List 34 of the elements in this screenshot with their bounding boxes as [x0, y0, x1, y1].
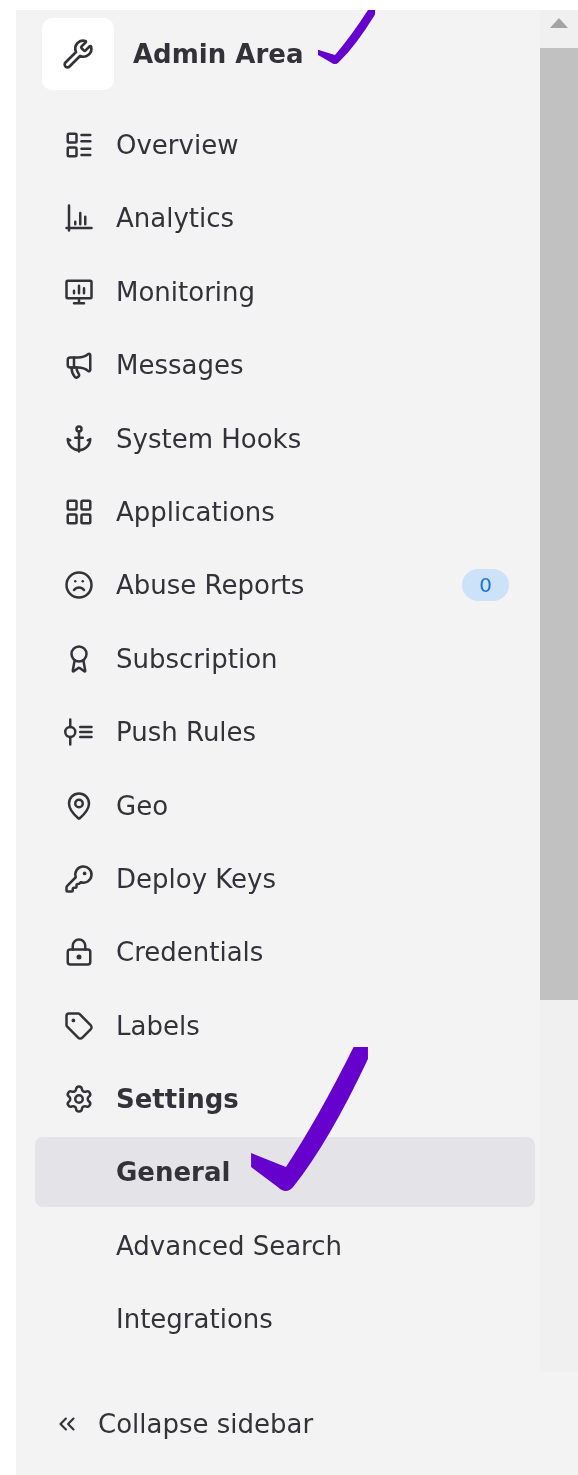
nav-item[interactable]: Abuse Reports 0: [35, 550, 535, 621]
nav-item[interactable]: Messages: [35, 330, 535, 401]
admin-tile[interactable]: [42, 18, 114, 90]
scroll-up-arrow-icon[interactable]: [550, 18, 568, 28]
nav-item[interactable]: Applications: [35, 476, 535, 547]
nav-item[interactable]: Deploy Keys: [35, 843, 535, 914]
anchor-icon: [64, 423, 94, 454]
nav-item[interactable]: Monitoring: [35, 256, 535, 327]
nav-item[interactable]: Subscription: [35, 623, 535, 694]
settings-icon: [64, 1084, 94, 1115]
key-icon: [64, 863, 94, 894]
tag-icon: [64, 1010, 94, 1041]
nav-item[interactable]: Geo: [35, 770, 535, 841]
nav-item[interactable]: Labels: [35, 990, 535, 1061]
collapse-sidebar-button[interactable]: Collapse sidebar: [16, 1372, 578, 1475]
frown-icon: [64, 570, 94, 601]
scrollbar-thumb[interactable]: [540, 48, 578, 1000]
wrench-icon: [62, 38, 94, 70]
sidebar-title: Admin Area: [133, 39, 304, 69]
count-badge: 0: [462, 569, 509, 602]
nav-subitem[interactable]: Integrations: [35, 1284, 535, 1355]
overview-icon: [64, 130, 94, 160]
nav-item[interactable]: Credentials: [35, 917, 535, 988]
push-rules-icon: [62, 717, 96, 748]
nav-item[interactable]: Analytics: [35, 183, 535, 254]
nav-item[interactable]: Overview: [35, 110, 535, 180]
nav-item[interactable]: Settings: [35, 1064, 535, 1135]
lock-icon: [64, 937, 94, 968]
megaphone-icon: [64, 350, 94, 381]
nav-item[interactable]: System Hooks: [35, 403, 535, 474]
nav-item[interactable]: Push Rules: [35, 697, 535, 768]
bar-chart-icon: [64, 203, 94, 234]
nav-subitem[interactable]: General: [35, 1137, 535, 1208]
nav-subitem[interactable]: Advanced Search: [35, 1210, 535, 1281]
